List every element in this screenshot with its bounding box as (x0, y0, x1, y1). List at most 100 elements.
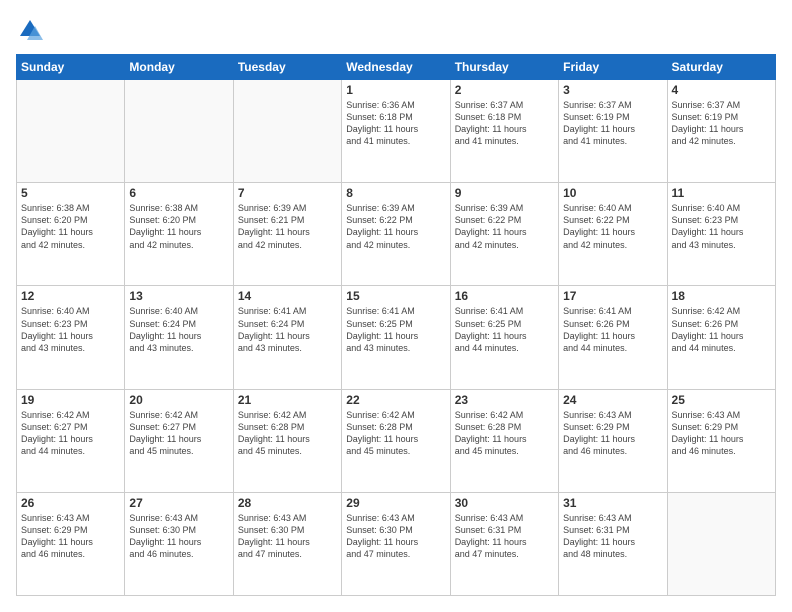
calendar-cell: 28 Sunrise: 6:43 AM Sunset: 6:30 PM Dayli… (233, 492, 341, 595)
day-number: 27 (129, 496, 228, 510)
day-info: Sunrise: 6:43 AM Sunset: 6:29 PM Dayligh… (672, 409, 771, 458)
day-number: 2 (455, 83, 554, 97)
day-number: 31 (563, 496, 662, 510)
calendar-cell (233, 80, 341, 183)
day-number: 30 (455, 496, 554, 510)
weekday-header-tuesday: Tuesday (233, 55, 341, 80)
calendar-cell: 8Sunrise: 6:39 AM Sunset: 6:22 PM Daylig… (342, 183, 450, 286)
calendar-cell: 25 Sunrise: 6:43 AM Sunset: 6:29 PM Dayli… (667, 389, 775, 492)
calendar-week-5: 26 Sunrise: 6:43 AM Sunset: 6:29 PM Dayli… (17, 492, 776, 595)
weekday-header-wednesday: Wednesday (342, 55, 450, 80)
day-number: 3 (563, 83, 662, 97)
day-info: Sunrise: 6:40 AM Sunset: 6:23 PM Dayligh… (672, 202, 771, 251)
day-info: Sunrise: 6:43 AM Sunset: 6:31 PM Dayligh… (563, 512, 662, 561)
day-number: 26 (21, 496, 120, 510)
calendar-cell: 4 Sunrise: 6:37 AM Sunset: 6:19 PM Daylig… (667, 80, 775, 183)
day-info: Sunrise: 6:37 AM Sunset: 6:19 PM Dayligh… (563, 99, 662, 148)
calendar-cell: 23Sunrise: 6:42 AM Sunset: 6:28 PM Dayli… (450, 389, 558, 492)
day-info: Sunrise: 6:41 AM Sunset: 6:24 PM Dayligh… (238, 305, 337, 354)
day-info: Sunrise: 6:43 AM Sunset: 6:30 PM Dayligh… (346, 512, 445, 561)
day-info: Sunrise: 6:42 AM Sunset: 6:28 PM Dayligh… (238, 409, 337, 458)
day-info: Sunrise: 6:43 AM Sunset: 6:31 PM Dayligh… (455, 512, 554, 561)
calendar-cell: 11 Sunrise: 6:40 AM Sunset: 6:23 PM Dayli… (667, 183, 775, 286)
calendar-cell: 30 Sunrise: 6:43 AM Sunset: 6:31 PM Dayli… (450, 492, 558, 595)
calendar-week-4: 19 Sunrise: 6:42 AM Sunset: 6:27 PM Dayli… (17, 389, 776, 492)
page: SundayMondayTuesdayWednesdayThursdayFrid… (0, 0, 792, 612)
weekday-header-saturday: Saturday (667, 55, 775, 80)
calendar-cell: 9 Sunrise: 6:39 AM Sunset: 6:22 PM Daylig… (450, 183, 558, 286)
day-info: Sunrise: 6:42 AM Sunset: 6:27 PM Dayligh… (21, 409, 120, 458)
weekday-header-sunday: Sunday (17, 55, 125, 80)
calendar-cell: 2Sunrise: 6:37 AM Sunset: 6:18 PM Daylig… (450, 80, 558, 183)
day-info: Sunrise: 6:40 AM Sunset: 6:24 PM Dayligh… (129, 305, 228, 354)
day-number: 9 (455, 186, 554, 200)
calendar-cell: 16 Sunrise: 6:41 AM Sunset: 6:25 PM Dayli… (450, 286, 558, 389)
day-info: Sunrise: 6:37 AM Sunset: 6:19 PM Dayligh… (672, 99, 771, 148)
calendar-cell: 21 Sunrise: 6:42 AM Sunset: 6:28 PM Dayli… (233, 389, 341, 492)
calendar-cell: 18 Sunrise: 6:42 AM Sunset: 6:26 PM Dayli… (667, 286, 775, 389)
calendar-week-2: 5 Sunrise: 6:38 AM Sunset: 6:20 PM Daylig… (17, 183, 776, 286)
calendar-cell: 27 Sunrise: 6:43 AM Sunset: 6:30 PM Dayli… (125, 492, 233, 595)
day-number: 19 (21, 393, 120, 407)
day-number: 13 (129, 289, 228, 303)
day-number: 15 (346, 289, 445, 303)
calendar-cell: 26 Sunrise: 6:43 AM Sunset: 6:29 PM Dayli… (17, 492, 125, 595)
calendar-cell: 29Sunrise: 6:43 AM Sunset: 6:30 PM Dayli… (342, 492, 450, 595)
calendar-cell: 3 Sunrise: 6:37 AM Sunset: 6:19 PM Daylig… (559, 80, 667, 183)
header (16, 16, 776, 44)
day-info: Sunrise: 6:42 AM Sunset: 6:26 PM Dayligh… (672, 305, 771, 354)
day-number: 5 (21, 186, 120, 200)
day-number: 24 (563, 393, 662, 407)
weekday-header-thursday: Thursday (450, 55, 558, 80)
day-info: Sunrise: 6:36 AM Sunset: 6:18 PM Dayligh… (346, 99, 445, 148)
day-info: Sunrise: 6:42 AM Sunset: 6:28 PM Dayligh… (455, 409, 554, 458)
day-number: 20 (129, 393, 228, 407)
day-number: 1 (346, 83, 445, 97)
calendar-cell: 20 Sunrise: 6:42 AM Sunset: 6:27 PM Dayli… (125, 389, 233, 492)
day-info: Sunrise: 6:38 AM Sunset: 6:20 PM Dayligh… (129, 202, 228, 251)
day-info: Sunrise: 6:40 AM Sunset: 6:22 PM Dayligh… (563, 202, 662, 251)
day-info: Sunrise: 6:39 AM Sunset: 6:21 PM Dayligh… (238, 202, 337, 251)
day-number: 11 (672, 186, 771, 200)
day-number: 6 (129, 186, 228, 200)
calendar-cell: 31 Sunrise: 6:43 AM Sunset: 6:31 PM Dayli… (559, 492, 667, 595)
day-number: 12 (21, 289, 120, 303)
day-info: Sunrise: 6:38 AM Sunset: 6:20 PM Dayligh… (21, 202, 120, 251)
calendar-week-1: 1 Sunrise: 6:36 AM Sunset: 6:18 PM Daylig… (17, 80, 776, 183)
day-number: 18 (672, 289, 771, 303)
weekday-header-row: SundayMondayTuesdayWednesdayThursdayFrid… (17, 55, 776, 80)
day-info: Sunrise: 6:43 AM Sunset: 6:30 PM Dayligh… (238, 512, 337, 561)
day-info: Sunrise: 6:41 AM Sunset: 6:25 PM Dayligh… (346, 305, 445, 354)
calendar-cell: 22 Sunrise: 6:42 AM Sunset: 6:28 PM Dayli… (342, 389, 450, 492)
day-number: 10 (563, 186, 662, 200)
day-number: 22 (346, 393, 445, 407)
day-info: Sunrise: 6:42 AM Sunset: 6:28 PM Dayligh… (346, 409, 445, 458)
day-number: 14 (238, 289, 337, 303)
day-info: Sunrise: 6:41 AM Sunset: 6:25 PM Dayligh… (455, 305, 554, 354)
calendar-week-3: 12 Sunrise: 6:40 AM Sunset: 6:23 PM Dayli… (17, 286, 776, 389)
calendar-cell: 14 Sunrise: 6:41 AM Sunset: 6:24 PM Dayli… (233, 286, 341, 389)
day-number: 7 (238, 186, 337, 200)
logo (16, 16, 48, 44)
day-number: 4 (672, 83, 771, 97)
calendar-cell: 10 Sunrise: 6:40 AM Sunset: 6:22 PM Dayli… (559, 183, 667, 286)
calendar-table: SundayMondayTuesdayWednesdayThursdayFrid… (16, 54, 776, 596)
calendar-cell (17, 80, 125, 183)
day-info: Sunrise: 6:39 AM Sunset: 6:22 PM Dayligh… (455, 202, 554, 251)
day-info: Sunrise: 6:42 AM Sunset: 6:27 PM Dayligh… (129, 409, 228, 458)
calendar-cell: 12 Sunrise: 6:40 AM Sunset: 6:23 PM Dayli… (17, 286, 125, 389)
day-info: Sunrise: 6:43 AM Sunset: 6:30 PM Dayligh… (129, 512, 228, 561)
calendar-cell: 17Sunrise: 6:41 AM Sunset: 6:26 PM Dayli… (559, 286, 667, 389)
day-number: 28 (238, 496, 337, 510)
day-info: Sunrise: 6:43 AM Sunset: 6:29 PM Dayligh… (21, 512, 120, 561)
calendar-cell: 1 Sunrise: 6:36 AM Sunset: 6:18 PM Daylig… (342, 80, 450, 183)
calendar-cell: 19 Sunrise: 6:42 AM Sunset: 6:27 PM Dayli… (17, 389, 125, 492)
weekday-header-friday: Friday (559, 55, 667, 80)
day-info: Sunrise: 6:39 AM Sunset: 6:22 PM Dayligh… (346, 202, 445, 251)
day-number: 21 (238, 393, 337, 407)
day-info: Sunrise: 6:40 AM Sunset: 6:23 PM Dayligh… (21, 305, 120, 354)
logo-icon (16, 16, 44, 44)
day-number: 16 (455, 289, 554, 303)
weekday-header-monday: Monday (125, 55, 233, 80)
day-number: 25 (672, 393, 771, 407)
